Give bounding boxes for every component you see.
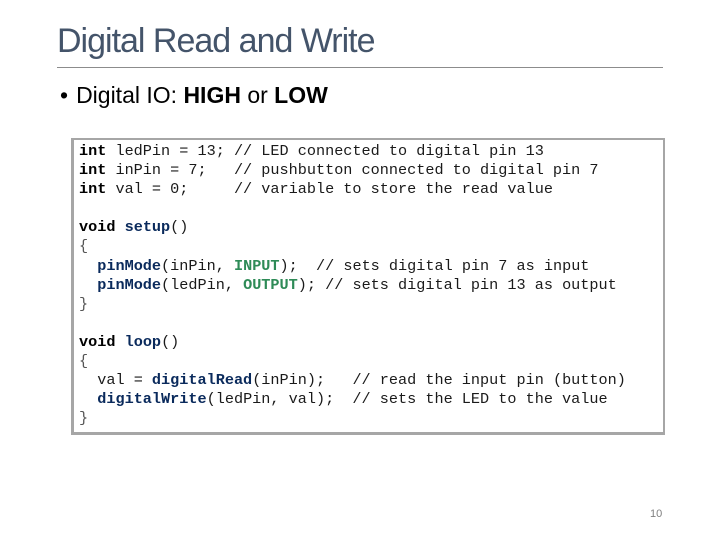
code-line: void setup() [79, 218, 188, 236]
code-brace: { [79, 352, 89, 371]
code-text: inPin = 7; // pushbutton connected to di… [106, 161, 599, 180]
function-call: pinMode [97, 256, 162, 275]
page-number: 10 [650, 508, 663, 520]
code-text: val = 0; // variable to store the read v… [106, 180, 553, 199]
code-line: int inPin = 7; // pushbutton connected t… [79, 161, 599, 179]
constant: INPUT [233, 256, 280, 275]
bullet-item: • Digital IO: HIGH or LOW [60, 82, 328, 109]
constant: OUTPUT [243, 275, 298, 294]
keyword: int [79, 161, 107, 180]
code-text: val = [97, 371, 152, 390]
function-name: loop [124, 332, 162, 351]
code-line: digitalWrite(ledPin, val); // sets the L… [97, 390, 607, 408]
bullet-low: LOW [274, 82, 328, 108]
bullet-icon: • [60, 82, 69, 108]
code-listing: int ledPin = 13; // LED connected to dig… [79, 142, 626, 428]
function-name: setup [124, 218, 171, 237]
code-brace: } [79, 294, 89, 313]
code-text: (ledPin, val); // sets the LED to the va… [206, 390, 608, 409]
bullet-prefix: Digital IO: [76, 82, 184, 108]
code-line: pinMode(ledPin, OUTPUT); // sets digital… [97, 276, 617, 294]
code-line: val = digitalRead(inPin); // read the in… [97, 371, 626, 389]
code-brace: } [79, 409, 89, 428]
code-line: void loop() [79, 333, 179, 351]
code-text: ledPin = 13; // LED connected to digital… [106, 142, 544, 160]
keyword: int [79, 180, 107, 199]
code-text: (ledPin, [161, 275, 244, 294]
function-call: pinMode [97, 275, 162, 294]
keyword: void [79, 218, 116, 237]
slide-title: Digital Read and Write [57, 22, 376, 60]
code-text: (inPin, [161, 256, 234, 275]
code-line: int val = 0; // variable to store the re… [79, 180, 553, 198]
code-brace: { [79, 237, 89, 256]
title-divider [57, 67, 663, 68]
bullet-or: or [240, 82, 275, 108]
function-call: digitalWrite [97, 390, 207, 409]
code-line: int ledPin = 13; // LED connected to dig… [79, 142, 544, 160]
code-text: () [170, 218, 189, 237]
code-text: () [161, 332, 180, 351]
function-call: digitalRead [151, 371, 253, 390]
code-line: pinMode(inPin, INPUT); // sets digital p… [97, 257, 589, 275]
keyword: void [79, 332, 116, 351]
code-text: ); // sets digital pin 7 as input [279, 256, 590, 275]
code-text: ); // sets digital pin 13 as output [297, 275, 617, 294]
code-text: (inPin); // read the input pin (button) [252, 371, 626, 390]
keyword: int [79, 142, 107, 160]
bullet-high: HIGH [183, 82, 241, 108]
